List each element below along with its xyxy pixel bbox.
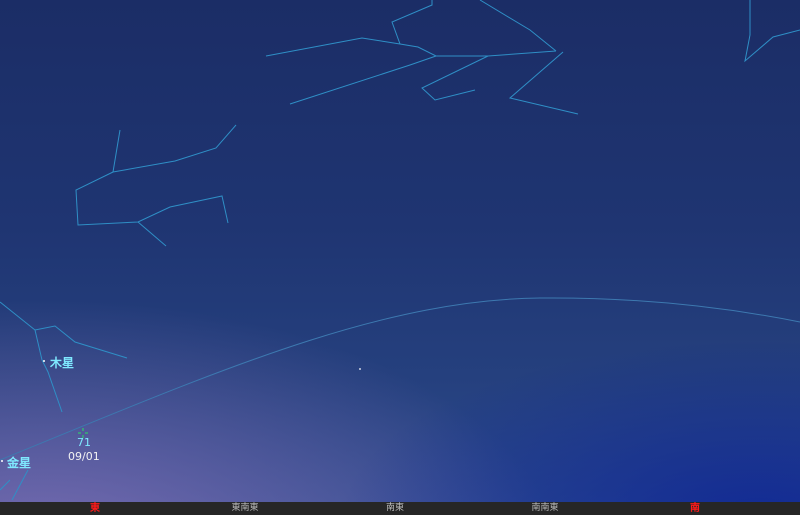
venus-dot[interactable] xyxy=(1,460,3,462)
venus-label[interactable]: 金星 xyxy=(7,454,31,471)
direction-ese: 東南東 xyxy=(231,503,259,513)
direction-sse: 南南東 xyxy=(531,503,559,513)
constellation-line xyxy=(289,55,437,105)
constellation-line xyxy=(137,221,167,247)
constellation-line xyxy=(34,329,63,413)
constellation-line xyxy=(11,469,29,501)
constellation-line xyxy=(479,0,557,52)
horizon-direction-bar: 東 東南東 南東 南南東 南 xyxy=(0,502,800,515)
jupiter-dot[interactable] xyxy=(43,360,45,362)
constellation-line xyxy=(391,0,433,45)
constellation-line xyxy=(508,51,579,115)
constellation-line xyxy=(265,37,557,57)
jupiter-label[interactable]: 木星 xyxy=(50,354,74,371)
direction-se: 南東 xyxy=(385,503,405,513)
target-number: 71 xyxy=(77,436,91,449)
constellation-line xyxy=(75,171,229,226)
constellation-line xyxy=(0,301,128,359)
direction-south: 南 xyxy=(690,503,700,514)
constellation-line xyxy=(744,0,800,63)
target-date: 09/01 xyxy=(68,450,100,463)
ecliptic-line xyxy=(0,297,800,461)
constellation-line xyxy=(112,124,237,173)
direction-east: 東 xyxy=(90,503,100,514)
constellation-lines xyxy=(0,0,800,501)
sky-overlay xyxy=(0,0,800,501)
star xyxy=(359,368,361,370)
constellation-line xyxy=(0,479,11,491)
constellation-line xyxy=(421,55,489,101)
